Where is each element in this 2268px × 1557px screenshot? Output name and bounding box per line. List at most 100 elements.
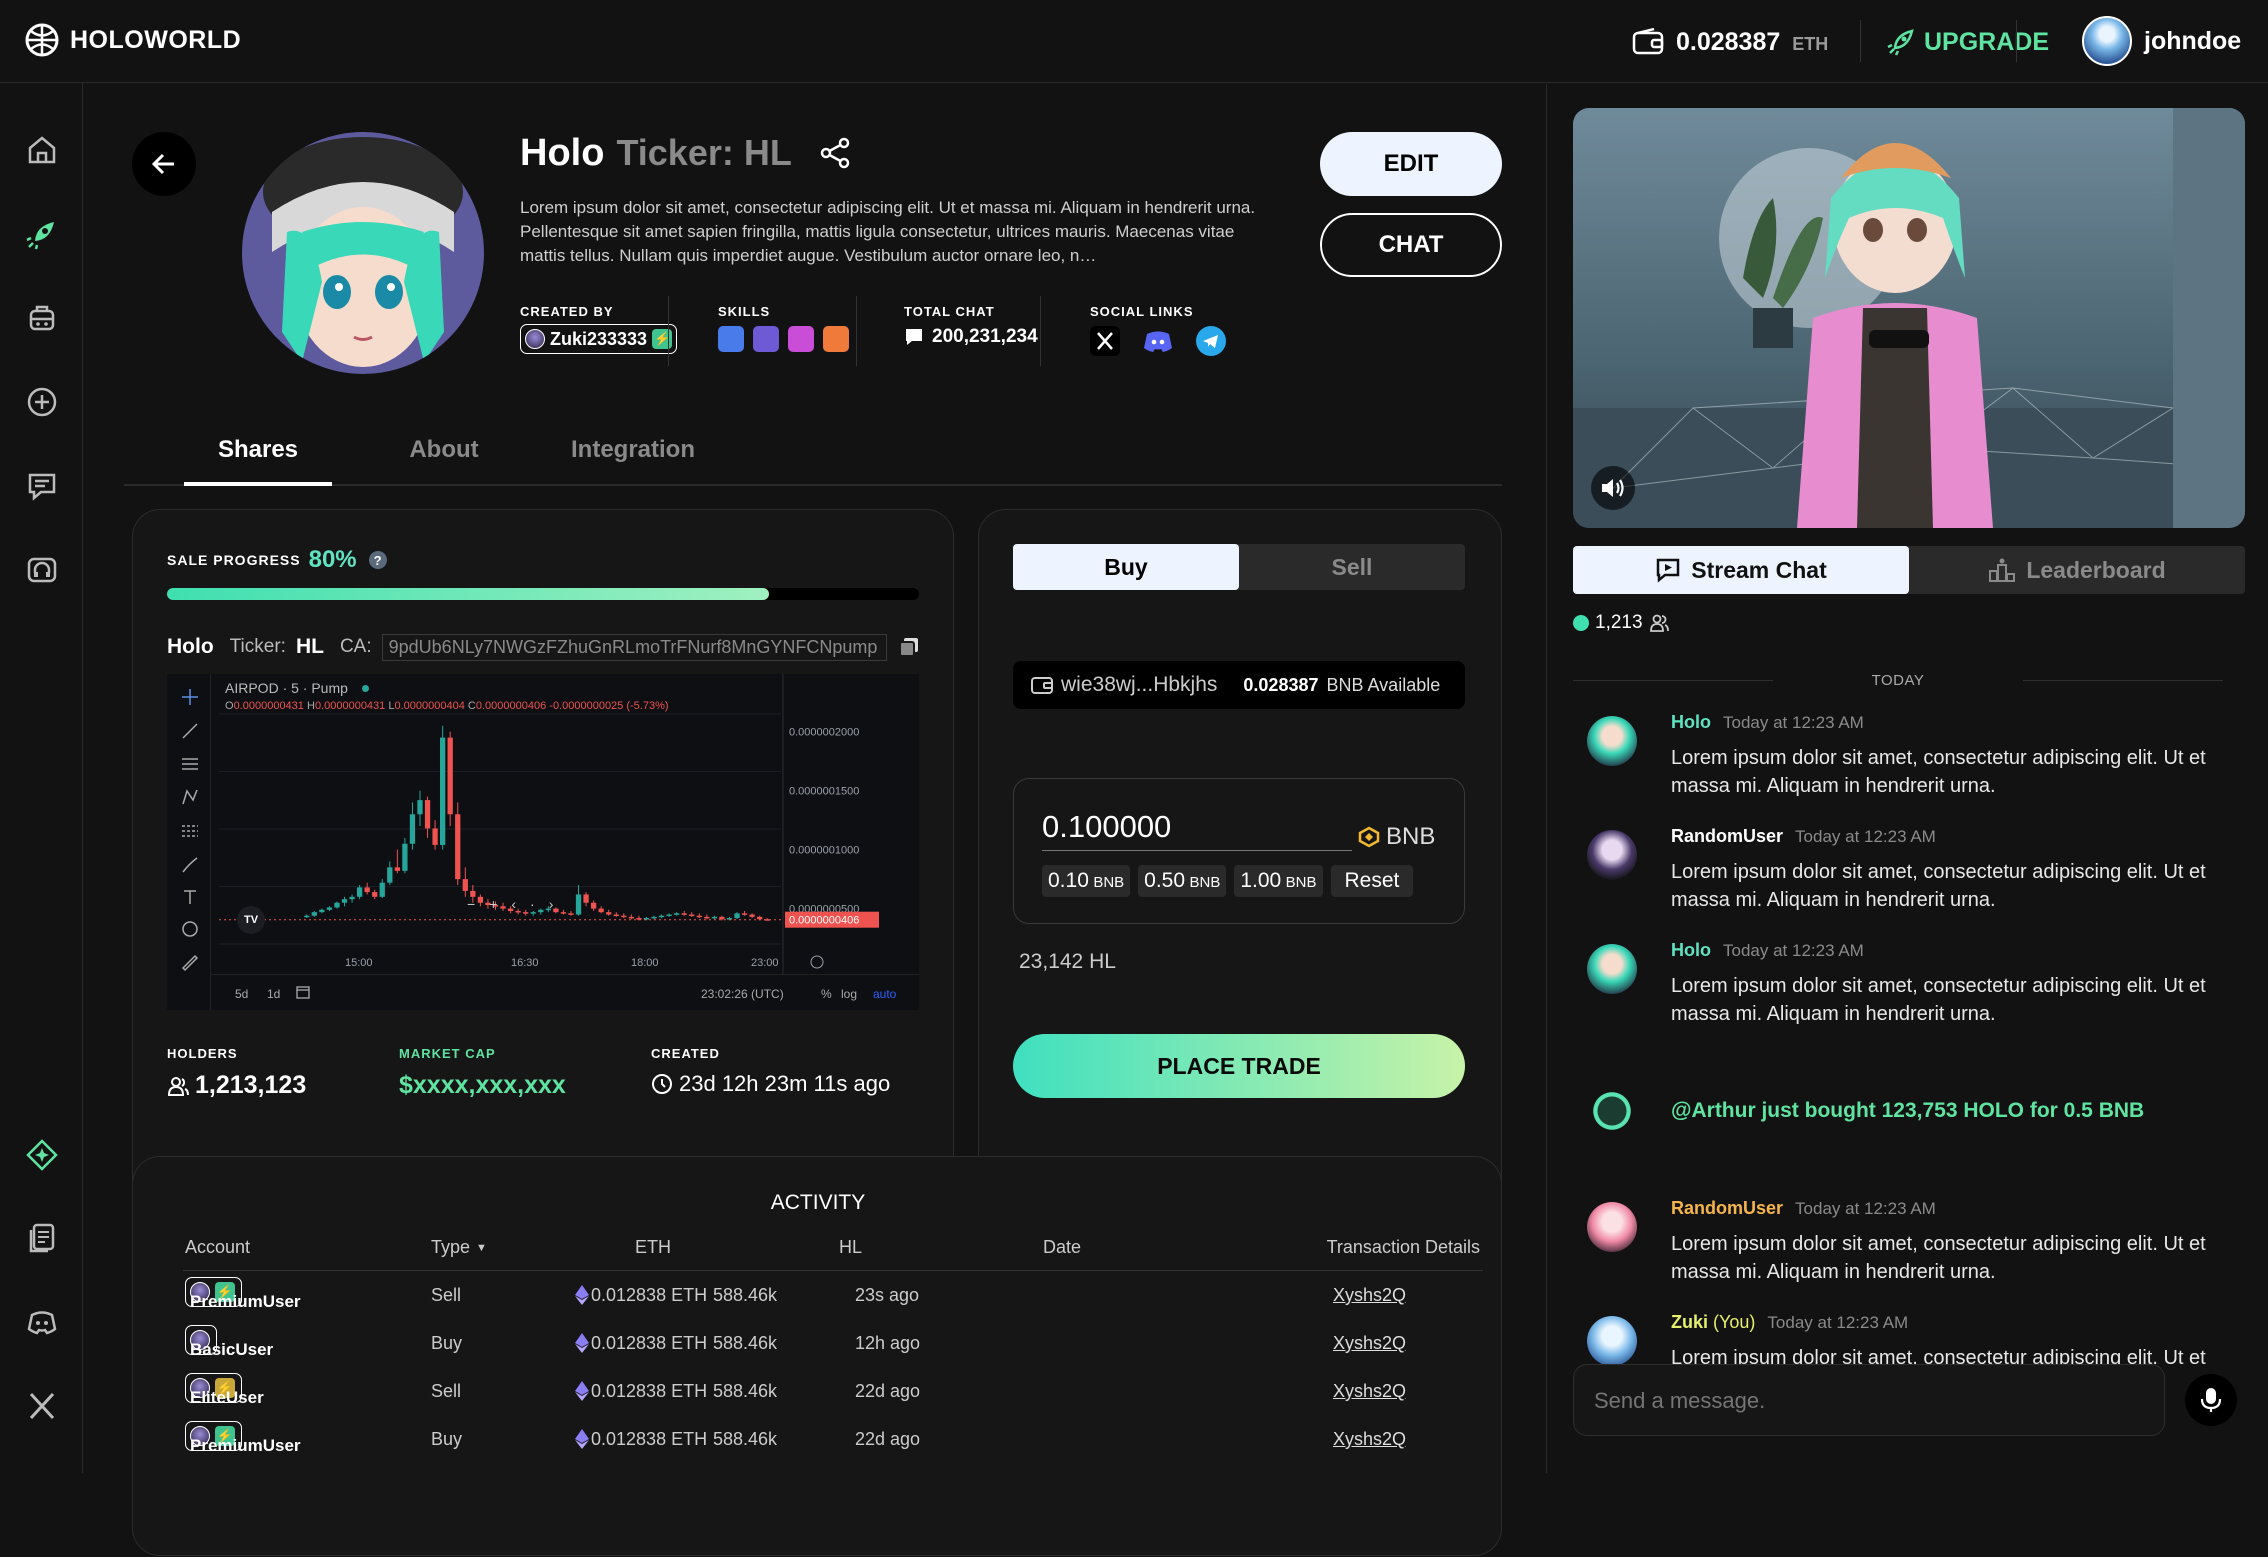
account-tag[interactable]: PremiumUser ⚡	[185, 1277, 301, 1311]
message-avatar[interactable]	[1587, 716, 1637, 766]
wallet-row[interactable]: wie38wj...Hbkjhs 0.028387 BNB Available	[1013, 661, 1465, 709]
agent-header: Holo Ticker: HL	[520, 130, 852, 176]
copy-icon[interactable]	[897, 635, 921, 659]
scroll-left-icon[interactable]: ‹	[511, 896, 516, 912]
message-author[interactable]: Holo Today at 12:23 AM	[1671, 712, 1864, 733]
activity-card: ACTIVITY Account Type ▼ ETH HL Date Trans…	[132, 1156, 1502, 1556]
sidebar-studio[interactable]	[20, 548, 64, 592]
forecast-icon[interactable]	[181, 822, 199, 840]
timeframe-5d[interactable]: 5d	[235, 987, 248, 1001]
help-icon[interactable]: ?	[368, 551, 387, 569]
fib-icon[interactable]	[181, 756, 199, 774]
price-chart[interactable]: AIRPOD · 5 · Pump O0.0000000431 H0.00000…	[167, 674, 919, 1010]
message-avatar[interactable]	[1587, 830, 1637, 880]
account-tag[interactable]: PremiumUser ⚡	[185, 1421, 301, 1455]
row-tx-link[interactable]: Xyshs2Q	[1333, 1381, 1406, 1402]
creator-tag[interactable]: Zuki233333 ⚡	[520, 324, 678, 354]
edit-button[interactable]: EDIT	[1320, 132, 1502, 196]
total-chat: TOTAL CHAT 200,231,234	[904, 304, 1038, 347]
balance-unit: ETH	[1792, 33, 1829, 54]
message-author[interactable]: RandomUser Today at 12:23 AM	[1671, 1198, 1936, 1219]
candle-body	[651, 916, 657, 919]
sidebar-launch[interactable]	[20, 212, 64, 256]
crosshair-icon[interactable]	[181, 688, 199, 706]
x-tick-label: 16:30	[511, 957, 539, 969]
sell-tab[interactable]: Sell	[1239, 544, 1465, 590]
message-avatar[interactable]	[1587, 1316, 1637, 1366]
message-input-field[interactable]	[1594, 1385, 2144, 1417]
discord-icon[interactable]	[1142, 326, 1174, 356]
sidebar-chat[interactable]	[20, 464, 64, 508]
caret-down-icon: ▼	[476, 1241, 487, 1254]
place-trade-button[interactable]: PLACE TRADE	[1013, 1034, 1465, 1098]
row-tx-link[interactable]: Xyshs2Q	[1333, 1285, 1406, 1306]
upgrade-button[interactable]: UPGRADE	[1886, 22, 2049, 62]
trendline-icon[interactable]	[181, 722, 199, 740]
skill-icon-3[interactable]	[788, 326, 814, 352]
chat-message: Holo Today at 12:23 AM Lorem ipsum dolor …	[1587, 940, 2227, 1040]
telegram-icon[interactable]	[1196, 326, 1226, 356]
zoom-in-icon[interactable]: +	[489, 896, 497, 912]
buy-tab[interactable]: Buy	[1013, 544, 1239, 590]
account-tag[interactable]: EliteUser ⚡	[185, 1373, 264, 1407]
skills: SKILLS	[718, 304, 849, 352]
reset-icon[interactable]: ·	[530, 896, 535, 912]
tab-about[interactable]: About	[384, 436, 504, 486]
amount-box: 0.100000 BNB 0.10 BNB 0.50 BNB 1.00 BNB …	[1013, 778, 1465, 924]
currency-selector[interactable]: BNB	[1358, 823, 1435, 851]
available-value: 0.028387	[1243, 674, 1319, 695]
emoji-icon[interactable]	[181, 920, 199, 938]
sidebar-create[interactable]	[20, 380, 64, 424]
sidebar-points[interactable]	[20, 1133, 64, 1177]
candle-body	[417, 800, 423, 815]
scale-log[interactable]: log	[841, 987, 857, 1001]
timeframe-1d[interactable]: 1d	[267, 987, 280, 1001]
contract-address[interactable]: 9pdUb6NLy7NWGzFZhuGnRLmoTrFNurf8MnGYNFCN…	[381, 633, 887, 661]
scale-percent[interactable]: %	[821, 987, 832, 1001]
brush-icon[interactable]	[181, 856, 199, 874]
x-logo-icon[interactable]	[1090, 326, 1120, 356]
row-tx-link[interactable]: Xyshs2Q	[1333, 1333, 1406, 1354]
sidebar-home[interactable]	[20, 128, 64, 172]
zoom-out-icon[interactable]: −	[467, 896, 475, 912]
sidebar-discord[interactable]	[20, 1300, 64, 1344]
share-icon[interactable]	[818, 136, 852, 170]
sidebar-agents[interactable]	[20, 296, 64, 340]
scale-auto[interactable]: auto	[873, 987, 896, 1001]
row-tx-link[interactable]: Xyshs2Q	[1333, 1429, 1406, 1450]
reset-button[interactable]: Reset	[1330, 865, 1414, 897]
message-avatar[interactable]	[1587, 944, 1637, 994]
mic-button[interactable]	[2185, 1374, 2237, 1426]
preset-1-00[interactable]: 1.00 BNB	[1234, 865, 1323, 897]
chat-button[interactable]: CHAT	[1320, 213, 1502, 277]
sidebar-docs[interactable]	[20, 1216, 64, 1260]
message-input[interactable]	[1573, 1364, 2165, 1436]
preset-0-10[interactable]: 0.10 BNB	[1042, 865, 1131, 897]
skill-icon-1[interactable]	[718, 326, 744, 352]
calendar-icon[interactable]	[295, 984, 311, 1000]
user-menu[interactable]: johndoe	[2082, 16, 2241, 66]
message-author[interactable]: RandomUser Today at 12:23 AM	[1671, 826, 1936, 847]
candle-body	[455, 814, 461, 880]
wallet-balance[interactable]: 0.028387 ETH	[1632, 22, 1828, 62]
preset-0-50[interactable]: 0.50 BNB	[1138, 865, 1227, 897]
skill-icon-4[interactable]	[823, 326, 849, 352]
scroll-right-icon[interactable]: ›	[549, 896, 554, 912]
text-tool-icon[interactable]	[181, 888, 199, 906]
chart-settings-icon[interactable]	[810, 955, 824, 969]
pattern-icon[interactable]	[181, 788, 199, 806]
tab-shares[interactable]: Shares	[184, 436, 332, 486]
back-button[interactable]	[132, 132, 196, 196]
message-avatar[interactable]	[1587, 1202, 1637, 1252]
col-type[interactable]: Type ▼	[431, 1237, 487, 1258]
row-type: Buy	[431, 1429, 463, 1449]
account-tag[interactable]: BasicUser	[185, 1325, 273, 1359]
tab-integration[interactable]: Integration	[548, 436, 718, 486]
message-author[interactable]: Zuki (You) Today at 12:23 AM	[1671, 1312, 1908, 1333]
message-author[interactable]: Holo Today at 12:23 AM	[1671, 940, 1864, 961]
skill-icon-2[interactable]	[753, 326, 779, 352]
amount-input[interactable]: 0.100000	[1042, 809, 1352, 851]
sidebar-x[interactable]	[20, 1384, 64, 1428]
brand-logo[interactable]: HOLOWORLD	[24, 22, 241, 58]
ruler-icon[interactable]	[181, 954, 199, 972]
